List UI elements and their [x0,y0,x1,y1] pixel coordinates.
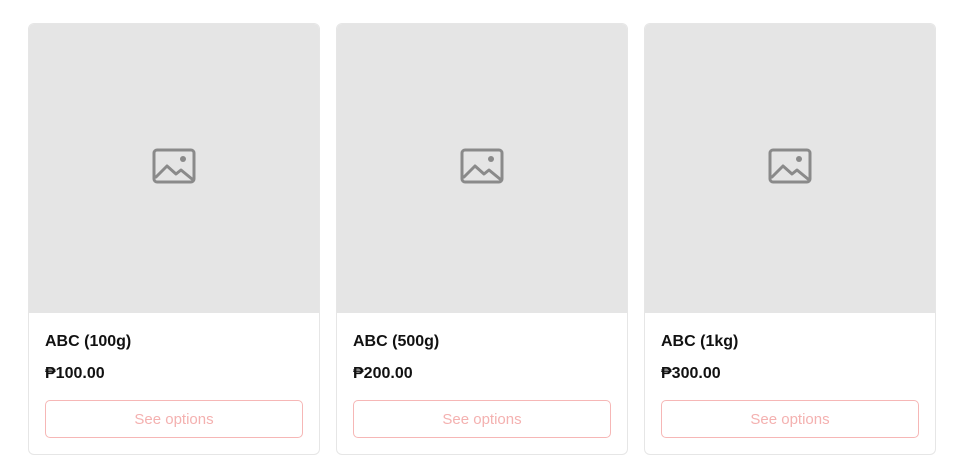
product-card[interactable]: ABC (1kg) ₱300.00 See options [644,23,936,455]
product-price: ₱300.00 [661,365,721,382]
image-placeholder-icon [768,148,812,189]
image-placeholder-icon [460,148,504,189]
product-grid: ABC (100g) ₱100.00 See options ABC (500g… [28,23,936,455]
product-card[interactable]: ABC (500g) ₱200.00 See options [336,23,628,455]
product-image-placeholder[interactable] [645,24,935,313]
product-price: ₱100.00 [45,365,105,382]
product-image-placeholder[interactable] [337,24,627,313]
product-title[interactable]: ABC (500g) [353,332,611,352]
see-options-button[interactable]: See options [45,400,303,438]
product-title[interactable]: ABC (1kg) [661,332,919,352]
product-title[interactable]: ABC (100g) [45,332,303,352]
product-image-placeholder[interactable] [29,24,319,313]
product-price: ₱200.00 [353,365,413,382]
image-placeholder-icon [152,148,196,189]
see-options-button[interactable]: See options [353,400,611,438]
product-card[interactable]: ABC (100g) ₱100.00 See options [28,23,320,455]
see-options-button[interactable]: See options [661,400,919,438]
